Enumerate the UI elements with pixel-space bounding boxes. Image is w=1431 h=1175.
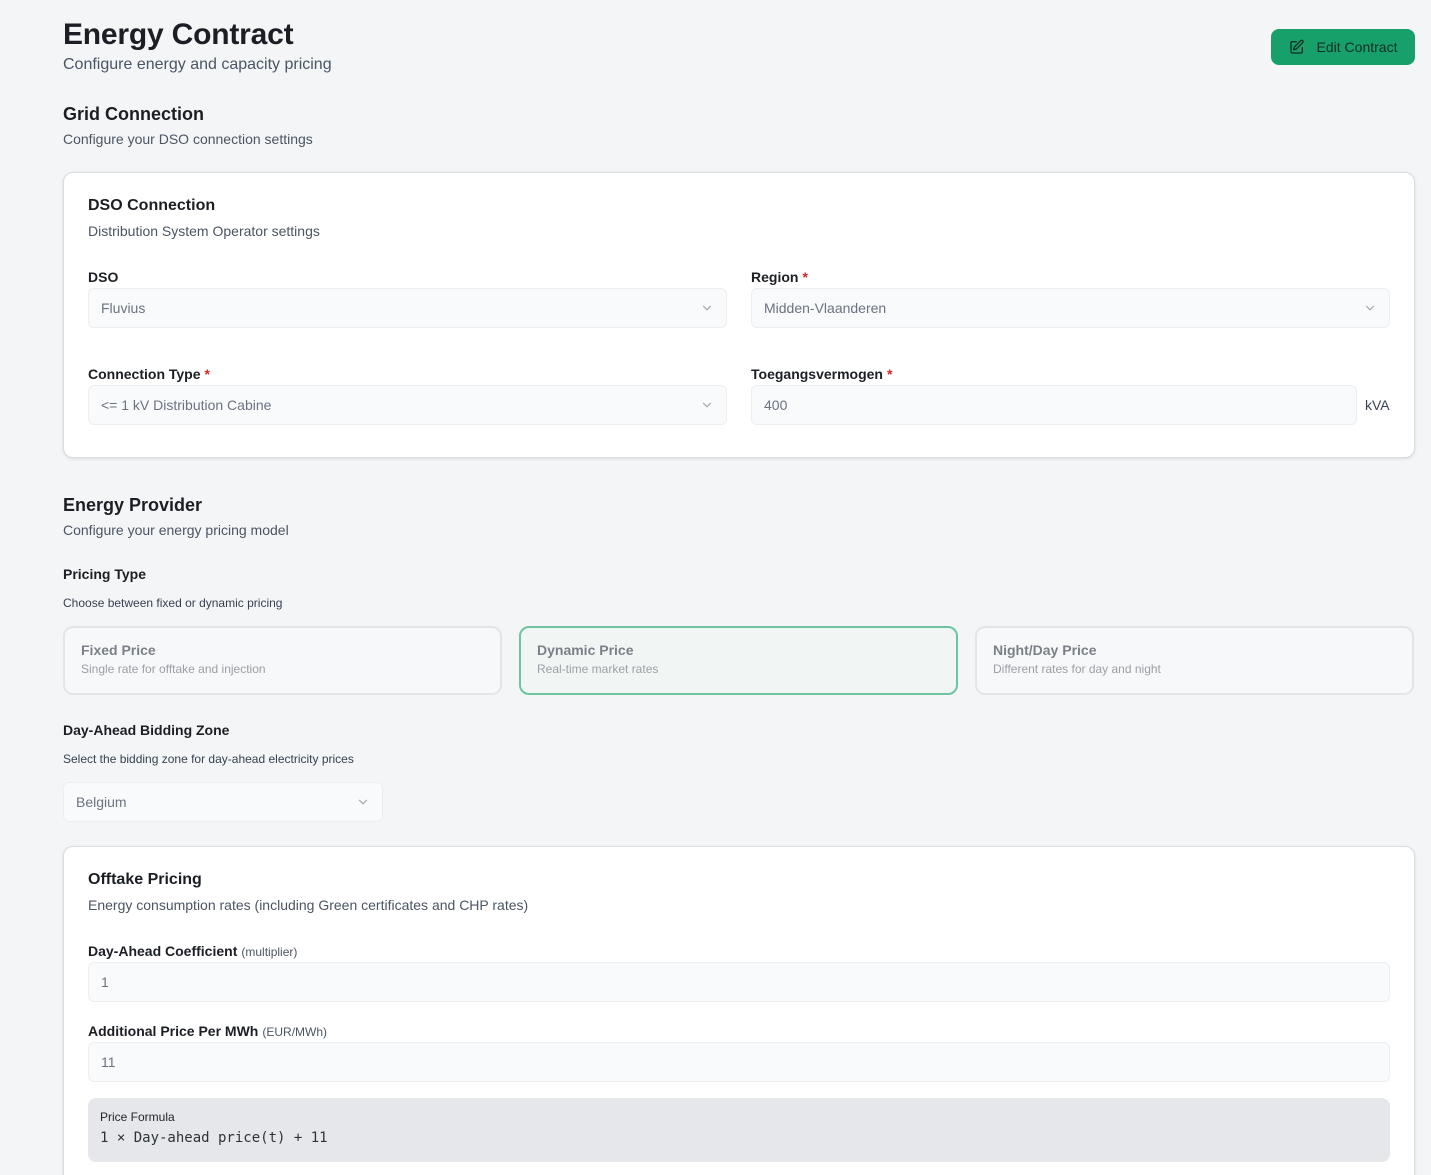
chevron-down-icon xyxy=(1365,305,1375,311)
additional-price-input[interactable]: 11 xyxy=(88,1042,1390,1082)
region-field: Region * Midden-Vlaanderen xyxy=(751,269,1390,328)
bidding-zone-description: Select the bidding zone for day-ahead el… xyxy=(63,752,354,766)
dso-card-title: DSO Connection xyxy=(88,197,216,214)
grid-connection-title: Grid Connection xyxy=(63,104,204,124)
access-power-unit: kVA xyxy=(1365,397,1390,413)
access-power-value: 400 xyxy=(764,397,788,413)
required-marker: * xyxy=(204,366,210,382)
coefficient-value: 1 xyxy=(101,974,109,990)
additional-price-label: Additional Price Per MWh (EUR/MWh) xyxy=(88,1023,328,1039)
pricing-option-dynamic[interactable]: Dynamic Price Real-time market rates xyxy=(519,626,958,695)
additional-price-unit: (EUR/MWh) xyxy=(262,1025,328,1039)
grid-connection-subtitle: Configure your DSO connection settings xyxy=(63,131,313,147)
energy-contract-page: Energy Contract Configure energy and cap… xyxy=(63,0,1415,1175)
dso-field: DSO Fluvius xyxy=(88,269,727,328)
bidding-zone-label: Day-Ahead Bidding Zone xyxy=(63,722,230,738)
pricing-option-title: Fixed Price xyxy=(81,642,156,658)
pricing-option-title: Dynamic Price xyxy=(537,642,634,658)
offtake-title: Offtake Pricing xyxy=(88,871,202,888)
dso-label: DSO xyxy=(88,269,119,285)
pricing-option-description: Single rate for offtake and injection xyxy=(81,662,266,676)
price-formula-box: Price Formula 1 × Day-ahead price(t) + 1… xyxy=(88,1098,1390,1162)
energy-provider-title: Energy Provider xyxy=(63,495,203,515)
dso-connection-card: DSO Connection Distribution System Opera… xyxy=(63,172,1415,458)
page-header: Energy Contract Configure energy and cap… xyxy=(63,0,1415,96)
dso-value: Fluvius xyxy=(101,300,146,316)
bidding-zone-select[interactable]: Belgium xyxy=(63,782,383,822)
pricing-option-description: Real-time market rates xyxy=(537,662,659,676)
offtake-pricing-card: Offtake Pricing Energy consumption rates… xyxy=(63,846,1415,1175)
pricing-type-label: Pricing Type xyxy=(63,566,146,582)
price-formula-label: Price Formula xyxy=(100,1110,175,1124)
pricing-option-night-day[interactable]: Night/Day Price Different rates for day … xyxy=(975,626,1414,695)
access-power-input[interactable]: 400 xyxy=(751,385,1357,425)
dso-select[interactable]: Fluvius xyxy=(88,288,727,328)
page-subtitle: Configure energy and capacity pricing xyxy=(63,56,332,73)
coefficient-unit: (multiplier) xyxy=(241,945,298,959)
pricing-option-title: Night/Day Price xyxy=(993,642,1097,658)
pricing-type-options: Fixed Price Single rate for offtake and … xyxy=(63,626,1415,695)
bidding-zone-value: Belgium xyxy=(76,794,127,810)
coefficient-input[interactable]: 1 xyxy=(88,962,1390,1002)
price-formula-text: 1 × Day-ahead price(t) + 11 xyxy=(100,1130,328,1146)
edit-contract-button[interactable]: Edit Contract xyxy=(1271,29,1415,65)
grid-connection-section: Grid Connection Configure your DSO conne… xyxy=(63,104,1415,458)
pricing-option-description: Different rates for day and night xyxy=(993,662,1161,676)
offtake-subtitle: Energy consumption rates (including Gree… xyxy=(88,897,529,913)
coefficient-label: Day-Ahead Coefficient (multiplier) xyxy=(88,943,298,959)
edit-square-icon xyxy=(1289,39,1304,54)
connection-type-select[interactable]: <= 1 kV Distribution Cabine xyxy=(88,385,727,425)
access-power-field: Toegangsvermogen * 400 kVA xyxy=(751,366,1390,425)
chevron-down-icon xyxy=(702,402,712,408)
region-label: Region * xyxy=(751,269,808,285)
pricing-type-description: Choose between fixed or dynamic pricing xyxy=(63,596,283,610)
energy-provider-section: Energy Provider Configure your energy pr… xyxy=(63,495,1415,1175)
required-marker: * xyxy=(887,366,893,382)
region-value: Midden-Vlaanderen xyxy=(764,300,887,316)
connection-type-field: Connection Type * <= 1 kV Distribution Ca… xyxy=(88,366,727,425)
page-title: Energy Contract xyxy=(63,18,294,51)
dso-card-subtitle: Distribution System Operator settings xyxy=(88,223,320,239)
region-select[interactable]: Midden-Vlaanderen xyxy=(751,288,1390,328)
edit-contract-label: Edit Contract xyxy=(1316,39,1398,55)
required-marker: * xyxy=(802,269,808,285)
energy-provider-subtitle: Configure your energy pricing model xyxy=(63,522,289,538)
pricing-option-fixed[interactable]: Fixed Price Single rate for offtake and … xyxy=(63,626,502,695)
connection-type-label: Connection Type * xyxy=(88,366,210,382)
chevron-down-icon xyxy=(702,305,712,311)
access-power-label: Toegangsvermogen * xyxy=(751,366,893,382)
connection-type-value: <= 1 kV Distribution Cabine xyxy=(101,397,272,413)
chevron-down-icon xyxy=(358,799,368,805)
additional-price-value: 11 xyxy=(101,1054,116,1070)
